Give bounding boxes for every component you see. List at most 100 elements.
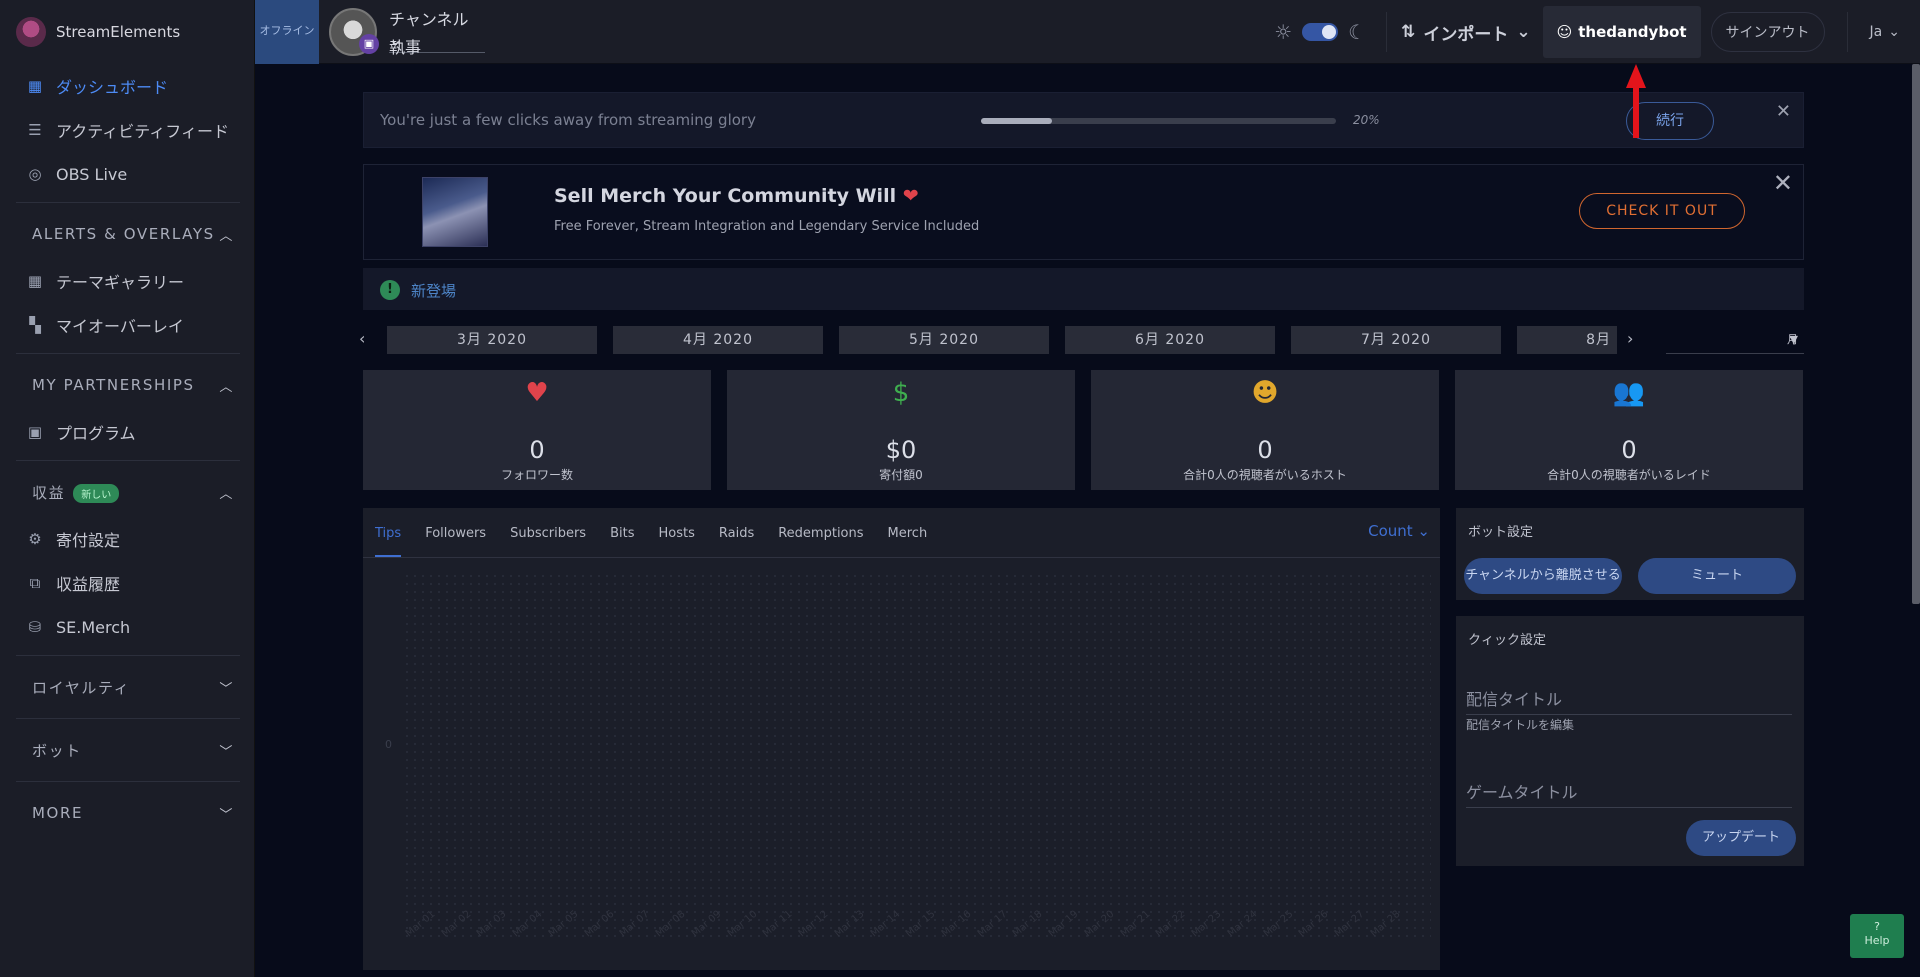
dark-mode-toggle[interactable] <box>1302 23 1339 41</box>
chevron-left-icon[interactable]: ‹ <box>359 329 365 348</box>
game-title-field[interactable]: ゲームタイトル <box>1466 779 1792 808</box>
stat-label: 寄付額0 <box>879 468 923 482</box>
section-loyalty[interactable]: ロイヤルティ ﹀ <box>16 662 240 712</box>
onboarding-progress-card: You're just a few clicks away from strea… <box>363 92 1804 148</box>
tab-raids[interactable]: Raids <box>719 526 754 557</box>
user-circle-icon: ☻ <box>1251 378 1279 408</box>
alert-badge-icon: ! <box>380 280 400 300</box>
section-title: MORE <box>32 804 84 822</box>
period-select[interactable]: 月 ▼ <box>1666 326 1804 354</box>
chart-plot-area <box>403 572 1431 942</box>
sidebar-item-label: アクティビティフィード <box>56 122 229 141</box>
count-select[interactable]: Count ⌄ <box>1368 522 1430 540</box>
main-content: You're just a few clicks away from strea… <box>359 92 1804 970</box>
tab-redemptions[interactable]: Redemptions <box>778 526 863 557</box>
tab-hosts[interactable]: Hosts <box>659 526 695 557</box>
check-it-out-button[interactable]: CHECK IT OUT <box>1579 193 1745 229</box>
import-icon: ⇅ <box>1401 22 1416 42</box>
new-badge: 新しい <box>73 483 120 503</box>
sidebar-item-my-overlays[interactable]: ▚ マイオーバーレイ <box>0 303 254 347</box>
y-axis-zero-label: 0 <box>385 738 392 751</box>
tab-bits[interactable]: Bits <box>610 526 634 557</box>
sidebar: StreamElements ▦ ダッシュボード ☰ アクティビティフィード ◎… <box>0 0 255 977</box>
mute-button[interactable]: ミュート <box>1638 558 1796 594</box>
sidebar-item-obs-live[interactable]: ◎ OBS Live <box>0 152 254 196</box>
user-account-button[interactable]: ☺ thedandybot <box>1542 6 1701 58</box>
stat-label: 合計0人の視聴者がいるホスト <box>1183 468 1347 482</box>
section-title: 収益 新しい <box>32 482 120 503</box>
merch-hoodie-image <box>422 177 488 247</box>
chevron-up-icon: ︿ <box>219 228 234 244</box>
gear-icon: ⚙ <box>28 530 42 548</box>
month-button[interactable]: 5月 2020 <box>839 326 1049 354</box>
section-title: ALERTS & OVERLAYS <box>32 225 215 243</box>
channel-name: 執事 <box>389 38 422 57</box>
bot-buttons: チャンネルから離脱させる ミュート <box>1464 558 1796 594</box>
chevron-down-icon: ⌄ <box>1888 24 1900 40</box>
chevron-down-icon: ﹀ <box>219 681 234 697</box>
merch-subtitle: Free Forever, Stream Integration and Leg… <box>554 219 980 234</box>
offline-status: オフライン <box>255 0 319 64</box>
sidebar-item-se-merch[interactable]: ⛁ SE.Merch <box>0 605 254 649</box>
update-button[interactable]: アップデート <box>1686 820 1796 856</box>
sidebar-item-dashboard[interactable]: ▦ ダッシュボード <box>0 64 254 108</box>
month-button[interactable]: 7月 2020 <box>1291 326 1501 354</box>
month-button[interactable]: 8月 <box>1517 326 1617 354</box>
help-button[interactable]: ? Help <box>1850 914 1904 958</box>
streamelements-logo-icon <box>16 17 46 47</box>
month-button[interactable]: 3月 2020 <box>387 326 597 354</box>
sidebar-item-program[interactable]: ▣ プログラム <box>0 410 254 454</box>
sidebar-item-activity-feed[interactable]: ☰ アクティビティフィード <box>0 108 254 152</box>
merch-promo-card: Sell Merch Your Community Will ❤ Free Fo… <box>363 164 1804 260</box>
brand[interactable]: StreamElements <box>0 0 254 64</box>
close-icon[interactable]: ✕ <box>1776 101 1791 122</box>
stream-title-field[interactable]: 配信タイトル <box>1466 686 1792 715</box>
red-arrow-annotation <box>1626 64 1646 138</box>
section-partnerships[interactable]: MY PARTNERSHIPS ︿ <box>16 360 240 410</box>
import-button[interactable]: ⇅ インポート ⌄ <box>1386 12 1531 52</box>
obs-icon: ◎ <box>28 165 42 183</box>
chevron-up-icon: ︿ <box>219 486 234 502</box>
progress-bar <box>981 118 1336 124</box>
section-more[interactable]: MORE ﹀ <box>16 788 240 838</box>
tab-followers[interactable]: Followers <box>425 526 486 557</box>
sidebar-item-label: プログラム <box>56 424 136 443</box>
section-bot[interactable]: ボット ﹀ <box>16 725 240 775</box>
month-button[interactable]: 4月 2020 <box>613 326 823 354</box>
topbar-right: ☼ ☾ ⇅ インポート ⌄ ☺ thedandybot サインアウト Ja ⌄ <box>1274 0 1920 64</box>
stat-card-followers: ♥ 0 フォロワー数 <box>363 370 711 490</box>
sidebar-item-donation-settings[interactable]: ⚙ 寄付設定 <box>0 517 254 561</box>
sidebar-item-label: OBS Live <box>56 164 128 184</box>
merch-title: Sell Merch Your Community Will ❤ <box>554 185 919 207</box>
activity-chart-card: Tips Followers Subscribers Bits Hosts Ra… <box>363 508 1440 970</box>
sidebar-item-revenue-history[interactable]: ⧉ 収益履歴 <box>0 561 254 605</box>
stream-title-hint: 配信タイトルを編集 <box>1466 718 1575 732</box>
month-button[interactable]: 6月 2020 <box>1065 326 1275 354</box>
topbar: オフライン ▣ チャンネル ⌄ 執事 ☼ ☾ ⇅ インポート ⌄ ☺ theda… <box>255 0 1920 64</box>
chevron-right-icon[interactable]: › <box>1627 329 1633 348</box>
heart-icon: ❤ <box>902 185 919 207</box>
tab-merch[interactable]: Merch <box>888 526 928 557</box>
signout-button[interactable]: サインアウト <box>1710 12 1825 52</box>
leave-channel-button[interactable]: チャンネルから離脱させる <box>1464 558 1622 594</box>
user-icon: ☺ <box>1556 23 1573 41</box>
stat-value: 0 <box>529 436 545 464</box>
divider <box>16 460 240 461</box>
scrollbar[interactable] <box>1912 64 1920 604</box>
tab-tips[interactable]: Tips <box>375 526 402 557</box>
section-revenue[interactable]: 収益 新しい ︿ <box>16 467 240 517</box>
bot-settings-title: ボット設定 <box>1468 525 1534 540</box>
sidebar-item-theme-gallery[interactable]: ▦ テーマギャラリー <box>0 259 254 303</box>
twitch-icon: ▣ <box>359 34 379 54</box>
close-icon[interactable]: ✕ <box>1773 169 1793 197</box>
moon-icon: ☾ <box>1348 20 1367 44</box>
language-select[interactable]: Ja ⌄ <box>1846 12 1920 52</box>
progress-text: You're just a few clicks away from strea… <box>380 111 756 129</box>
divider <box>16 718 240 719</box>
basket-icon: ⛁ <box>28 618 42 636</box>
dashboard-icon: ▦ <box>27 77 43 95</box>
whats-new-bar[interactable]: ! 新登場 <box>363 268 1804 310</box>
section-alerts-overlays[interactable]: ALERTS & OVERLAYS ︿ <box>16 209 240 259</box>
brand-name: StreamElements <box>56 23 181 41</box>
tab-subscribers[interactable]: Subscribers <box>510 526 586 557</box>
